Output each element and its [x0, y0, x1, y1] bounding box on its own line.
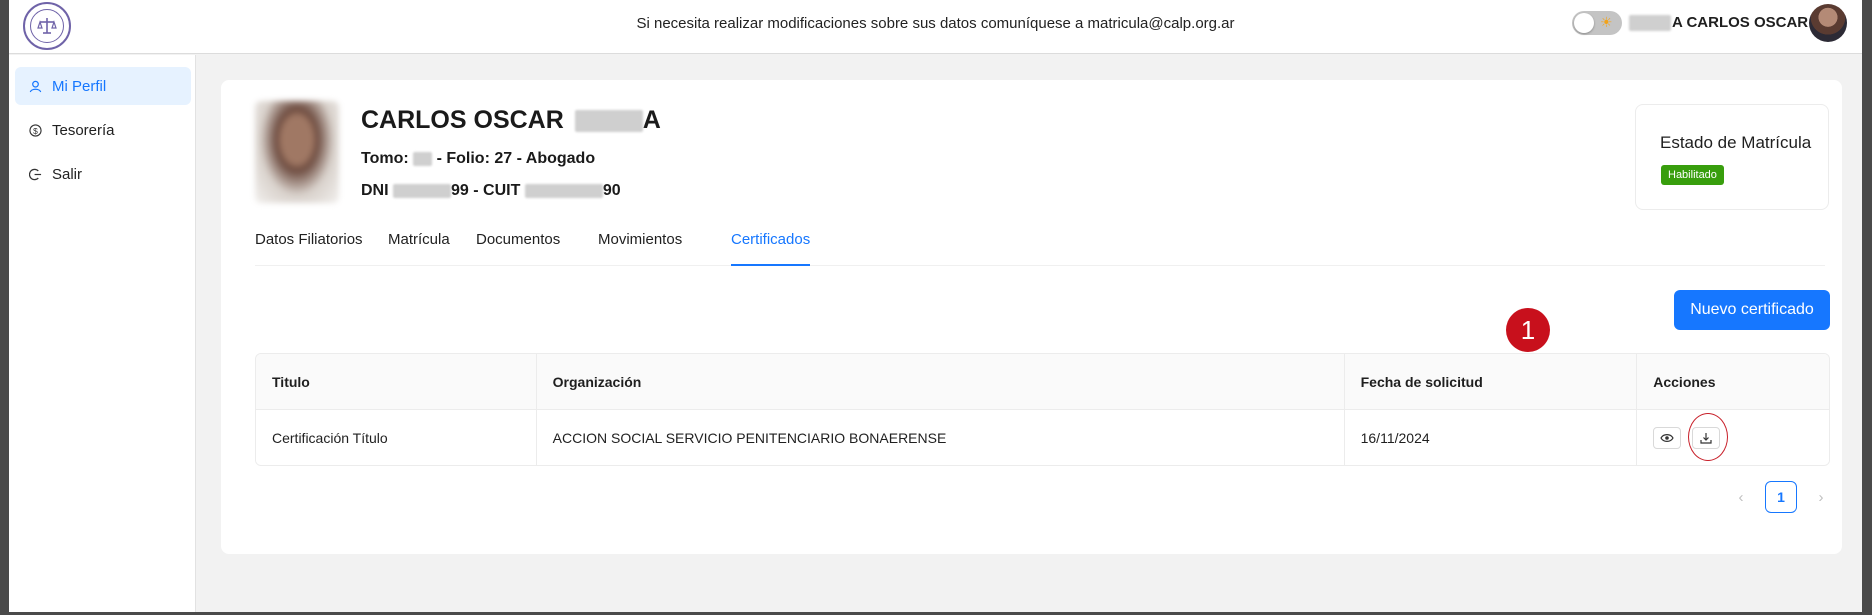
- svg-text:$: $: [33, 125, 38, 135]
- sidebar-item-tesoreria[interactable]: $ Tesorería: [15, 111, 191, 149]
- top-header: Si necesita realizar modificaciones sobr…: [9, 0, 1862, 54]
- column-header-fecha: Fecha de solicitud: [1345, 354, 1638, 409]
- toggle-knob: [1574, 13, 1594, 33]
- eye-icon: [1660, 433, 1674, 442]
- sidebar-item-label: Tesorería: [52, 121, 115, 139]
- dni-suffix: 99 - CUIT: [451, 182, 521, 199]
- redacted-cuit: [524, 183, 603, 198]
- cuit-suffix: 90: [602, 182, 621, 199]
- pagination-prev[interactable]: ‹: [1725, 489, 1757, 506]
- new-certificate-button[interactable]: Nuevo certificado: [1674, 290, 1830, 330]
- tab-datos-filiatorios[interactable]: Datos Filiatorios: [255, 230, 363, 266]
- profile-photo: [255, 101, 339, 203]
- user-name[interactable]: A CARLOS OSCAR: [1629, 14, 1809, 32]
- annotation-marker: 1: [1506, 308, 1550, 352]
- redacted-tomo: [413, 151, 433, 166]
- person-name: CARLOS OSCAR A: [361, 106, 661, 135]
- table-row: Certificación Título ACCION SOCIAL SERVI…: [256, 409, 1829, 465]
- person-name-text: CARLOS OSCAR: [361, 106, 564, 134]
- tab-matricula[interactable]: Matrícula: [388, 230, 450, 266]
- redacted-surname: [574, 110, 643, 133]
- sidebar-item-label: Mi Perfil: [52, 77, 107, 95]
- user-name-text: A CARLOS OSCAR: [1672, 14, 1809, 31]
- cell-fecha: 16/11/2024: [1345, 410, 1638, 465]
- tomo-folio: Tomo: - Folio: 27 - Abogado: [361, 150, 595, 168]
- sun-icon: ☀: [1600, 14, 1613, 30]
- column-header-organizacion: Organización: [537, 354, 1345, 409]
- table-header: Titulo Organización Fecha de solicitud A…: [256, 354, 1829, 409]
- certificates-table: Titulo Organización Fecha de solicitud A…: [255, 353, 1830, 466]
- sidebar-item-label: Salir: [52, 165, 83, 183]
- folio-text: - Folio: 27 - Abogado: [436, 150, 596, 167]
- user-avatar[interactable]: [1809, 4, 1847, 42]
- estado-matricula-card: Estado de Matrícula Habilitado: [1635, 104, 1829, 210]
- download-icon: [1700, 432, 1712, 444]
- dni-cuit: DNI 99 - CUIT 90: [361, 182, 621, 200]
- profile-tabs: Datos Filiatorios Matrícula Documentos M…: [255, 230, 1825, 266]
- tab-certificados[interactable]: Certificados: [731, 230, 811, 266]
- tomo-label: Tomo:: [361, 150, 409, 167]
- sidebar: Mi Perfil $ Tesorería Salir: [9, 55, 196, 612]
- pagination: ‹ 1 ›: [1725, 481, 1837, 513]
- sidebar-item-mi-perfil[interactable]: Mi Perfil: [15, 67, 191, 105]
- dollar-icon: $: [28, 123, 42, 137]
- column-header-titulo: Titulo: [256, 354, 537, 409]
- tab-movimientos[interactable]: Movimientos: [598, 230, 682, 266]
- profile-card: CARLOS OSCAR A Tomo: - Folio: 27 - Aboga…: [221, 80, 1842, 554]
- column-header-acciones: Acciones: [1653, 373, 1716, 390]
- pagination-page[interactable]: 1: [1765, 481, 1797, 513]
- pagination-next[interactable]: ›: [1805, 489, 1837, 506]
- sidebar-item-salir[interactable]: Salir: [15, 155, 191, 193]
- cell-acciones: [1637, 410, 1829, 465]
- logout-icon: [28, 167, 42, 181]
- redacted-dni: [393, 183, 452, 198]
- redacted-surname: [1629, 15, 1671, 32]
- cell-titulo: Certificación Título: [256, 410, 537, 465]
- tab-documentos[interactable]: Documentos: [476, 230, 560, 266]
- dni-label: DNI: [361, 182, 389, 199]
- person-name-suffix: A: [642, 106, 661, 134]
- estado-title: Estado de Matrícula: [1660, 133, 1812, 152]
- cell-organizacion: ACCION SOCIAL SERVICIO PENITENCIARIO BON…: [537, 410, 1345, 465]
- status-badge: Habilitado: [1661, 165, 1724, 185]
- theme-toggle[interactable]: ☀: [1572, 11, 1622, 35]
- app-window: Si necesita realizar modificaciones sobr…: [9, 0, 1862, 612]
- view-button[interactable]: [1653, 426, 1682, 449]
- download-button[interactable]: [1692, 426, 1721, 449]
- user-icon: [28, 79, 42, 93]
